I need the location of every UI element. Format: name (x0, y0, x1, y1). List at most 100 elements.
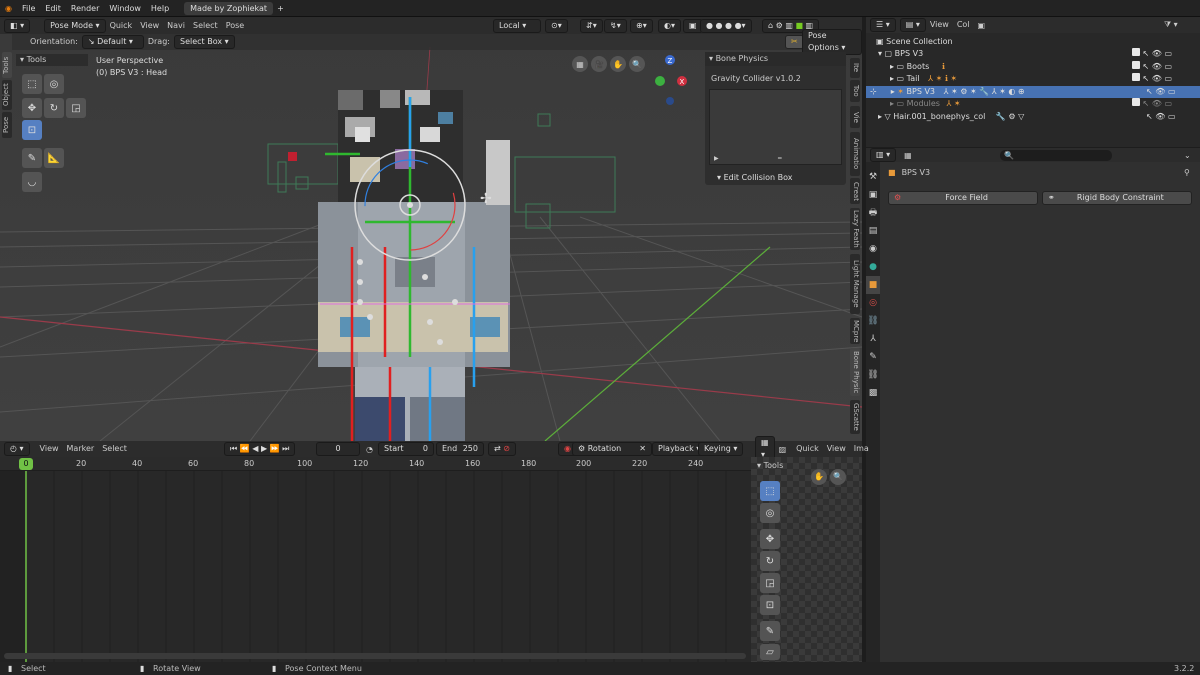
workspace-tab[interactable]: Made by Zophiekat (184, 1, 274, 15)
image-icon[interactable]: ▨ (779, 445, 787, 454)
menu-file[interactable]: File (17, 0, 40, 17)
scene-tab-icon[interactable]: ◉ (866, 240, 880, 258)
scale-tool-icon[interactable]: ◲ (66, 98, 86, 118)
outliner-row-scene[interactable]: ▣ Scene Collection (866, 36, 1200, 48)
menu-edit[interactable]: Edit (40, 0, 66, 17)
gizmo-icon[interactable]: ⊕▾ (630, 18, 653, 33)
tool-panel-title[interactable]: ▾ Tools (757, 461, 783, 470)
select-tool-icon[interactable]: ⬚ (760, 481, 780, 501)
new-collection-icon[interactable]: ▣ (978, 21, 986, 30)
world-tab-icon[interactable]: ● (866, 258, 880, 276)
pose-tab-icon[interactable]: ⅄ (866, 330, 880, 348)
end-frame-field[interactable]: End 250 (436, 442, 484, 456)
tab-animation[interactable]: Animatio (850, 132, 860, 176)
playhead-marker[interactable]: 0 (19, 458, 33, 470)
pan-hand-icon[interactable]: ✋ (811, 469, 827, 485)
move-tool-icon[interactable]: ✥ (760, 529, 780, 549)
texture-tab-icon[interactable]: ▩ (866, 384, 880, 402)
cursor-tool-icon[interactable]: ◎ (44, 74, 64, 94)
edit-collision-box-toggle[interactable]: ▾ Edit Collision Box (705, 165, 846, 190)
timeline-menu-view[interactable]: View (36, 441, 63, 457)
outliner-menu-view[interactable]: View (926, 17, 953, 33)
display-mode-icon[interactable]: ▤ ▾ (899, 18, 926, 32)
tool-tab-icon[interactable]: ⚒ (866, 168, 880, 186)
timeline-menu-marker[interactable]: Marker (63, 441, 99, 457)
select-box-tool-icon[interactable]: ⬚ (22, 74, 42, 94)
tab-item[interactable]: Ite (850, 58, 860, 78)
rotate-tool-icon[interactable]: ↻ (44, 98, 64, 118)
tool-menu-quick[interactable]: Quick (792, 441, 823, 457)
tab-mcprep[interactable]: MCpre (850, 318, 860, 344)
playback-controls[interactable]: ⏮ ⏪ ◀ ▶ ⏩ ⏭ (224, 442, 296, 456)
frame-ruler[interactable]: 0 20 40 60 80 100 120 140 160 180 200 22… (0, 457, 751, 471)
tool-menu-image[interactable]: Ima (850, 441, 873, 457)
list-expand-icon[interactable]: ▶ (714, 155, 719, 162)
object-tab-icon[interactable]: ■ (866, 276, 880, 294)
timeline-editor-icon[interactable]: ◴ ▾ (4, 442, 30, 456)
menu-pose[interactable]: Pose (222, 18, 249, 34)
start-frame-field[interactable]: Start 0 (378, 442, 434, 456)
checkbox-icon[interactable] (1132, 73, 1140, 81)
scale-tool-icon[interactable]: ◲ (760, 573, 780, 593)
menu-navi[interactable]: Navi (163, 18, 189, 34)
mode-dropdown[interactable]: Pose Mode ▾ (44, 18, 106, 33)
outliner-row-hair[interactable]: ▸ ▽ Hair.001_bonephys_col 🔧 ⚙ ▽ ↖ 👁 ▭ (866, 111, 1200, 123)
tab-create[interactable]: Creat (850, 178, 860, 204)
checkbox-icon[interactable] (1132, 61, 1140, 69)
tab-pose[interactable]: Pose (2, 112, 12, 138)
zoom-icon[interactable]: 🔍 (629, 56, 645, 72)
modifier-tab-icon[interactable]: ◎ (866, 294, 880, 312)
pin-object-icon[interactable]: ⚲ (1184, 168, 1190, 177)
editor-type-button[interactable]: ◧ ▾ (4, 18, 31, 33)
output-tab-icon[interactable]: 🖶 (866, 204, 880, 222)
keying-set-dropdown[interactable]: ⚙ Rotation ✕ (572, 442, 652, 456)
menu-quick[interactable]: Quick (106, 18, 137, 34)
transform-tool-icon[interactable]: ⊡ (22, 120, 42, 140)
grid-view-icon[interactable]: ▦ (572, 56, 588, 72)
checkbox-icon[interactable] (1132, 48, 1140, 56)
transform-orientation-dropdown[interactable]: Local ▾ (493, 18, 541, 33)
tab-bone-physics[interactable]: Bone Physic (850, 348, 860, 396)
proportional-icon[interactable]: ↯▾ (604, 18, 627, 33)
orientation-dropdown[interactable]: ↘ Default ▾ (81, 35, 144, 49)
outliner-row-bps[interactable]: ▾ ▢ BPS V3 ↖ 👁 ▭ (866, 48, 1200, 60)
menu-render[interactable]: Render (66, 0, 104, 17)
tab-tools[interactable]: Tools (2, 52, 12, 78)
current-frame-field[interactable]: 0 (316, 442, 360, 456)
render-tab-icon[interactable]: ▣ (866, 186, 880, 204)
zoom-icon[interactable]: 🔍 (830, 469, 846, 485)
checkbox-icon[interactable] (1132, 98, 1140, 106)
tools-panel-header[interactable]: ▾ Tools (16, 54, 88, 66)
tab-tool[interactable]: Too (850, 80, 860, 102)
navigation-gizmo[interactable]: Z X (650, 52, 700, 110)
keyframe-icons[interactable]: ⇄ ⊘ (488, 442, 516, 456)
relax-tool-icon[interactable]: ◡ (22, 172, 42, 192)
menu-help[interactable]: Help (146, 0, 174, 17)
tab-view[interactable]: Vie (850, 106, 860, 128)
menu-select[interactable]: Select (189, 18, 222, 34)
bone-tab-icon[interactable]: ✎ (866, 348, 880, 366)
outliner-editor-icon[interactable]: ☰ ▾ (870, 18, 896, 32)
outliner-row-bps-armature[interactable]: ⊹ ▸ ✶ BPS V3 ⅄ ✶ ⚙ ✶ 🔧 ⅄ ✶ ◐ ⊕ ↖ 👁 ▭ (866, 86, 1200, 98)
tab-object[interactable]: Object (2, 80, 12, 110)
annotate-tool-icon[interactable]: ✎ (760, 621, 780, 641)
outliner-row-modules[interactable]: ▸ ▭ Modules ⅄ ✶ ↖ 👁 ▭ (866, 98, 1200, 110)
bone-constraint-tab-icon[interactable]: ⛓ (866, 366, 880, 384)
bone-physics-header[interactable]: ▾ Bone Physics (705, 52, 846, 66)
pose-options-toggle-icon[interactable]: ✂ (785, 35, 804, 49)
move-tool-icon[interactable]: ✥ (22, 98, 42, 118)
keying-dropdown[interactable]: Keying ▾ (698, 442, 744, 456)
list-resize-icon[interactable]: ═ (778, 155, 782, 162)
outliner-menu-col[interactable]: Col (953, 17, 974, 33)
timeline-menu-select[interactable]: Select (98, 441, 131, 457)
drag-dropdown[interactable]: Select Box ▾ (173, 35, 235, 49)
tab-gscatter[interactable]: GScatte (850, 400, 860, 434)
blender-logo-icon[interactable]: ◉ (0, 4, 17, 13)
rigid-body-constraint-button[interactable]: ⚭ Rigid Body Constraint (1042, 191, 1192, 205)
pin-icon[interactable]: ▦ (904, 151, 912, 160)
constraint-tab-icon[interactable]: ⛓ (866, 312, 880, 330)
cube-tool-icon[interactable]: ▱ (760, 644, 780, 660)
properties-options-icon[interactable]: ⌄ (1184, 151, 1191, 160)
menu-view[interactable]: View (136, 18, 163, 34)
measure-tool-icon[interactable]: 📐 (44, 148, 64, 168)
